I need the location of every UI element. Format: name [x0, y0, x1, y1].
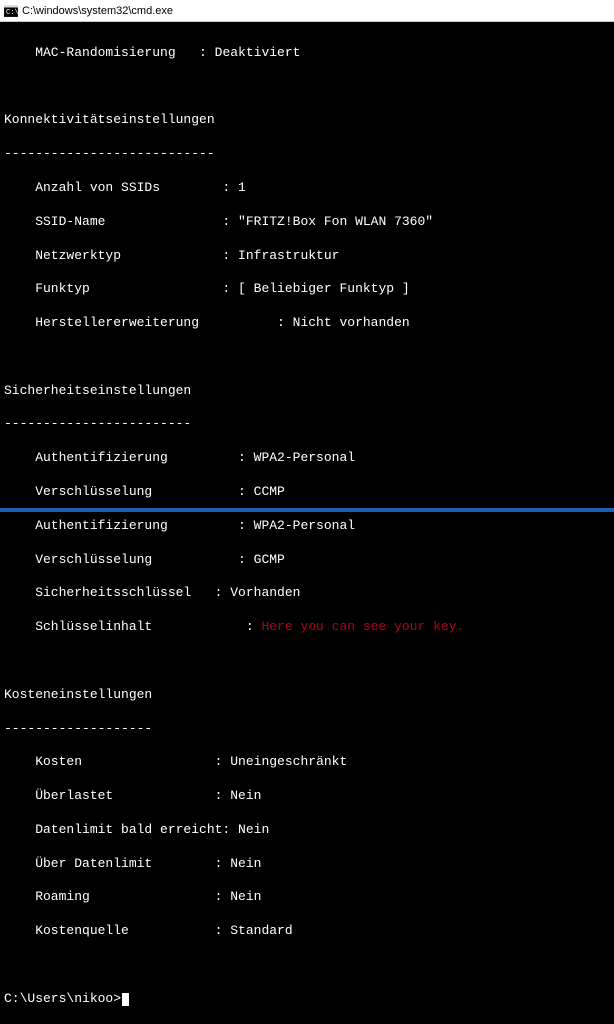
enc2-value: GCMP: [254, 552, 285, 567]
cost-dashes: -------------------: [4, 721, 610, 738]
enc1-value: CCMP: [254, 484, 285, 499]
enc2-label: Verschlüsselung :: [4, 552, 254, 567]
net-type-value: Infrastruktur: [238, 248, 339, 263]
over-limit-label: Über Datenlimit :: [4, 856, 230, 871]
mac-rand-value: Deaktiviert: [215, 45, 301, 60]
mac-rand-label: MAC-Randomisierung :: [4, 45, 215, 60]
cost-src-label: Kostenquelle :: [4, 923, 230, 938]
costs-value: Uneingeschränkt: [230, 754, 347, 769]
auth2-value: WPA2-Personal: [254, 518, 355, 533]
sec-header: Sicherheitseinstellungen: [4, 383, 610, 400]
conn-header: Konnektivitätseinstellungen: [4, 112, 610, 129]
radio-type-label: Funktyp :: [4, 281, 238, 296]
key-content-label: Schlüsselinhalt :: [4, 619, 261, 634]
vendor-ext-value: Nicht vorhanden: [293, 315, 410, 330]
vendor-ext-label: Herstellererweiterung :: [4, 315, 293, 330]
titlebar: C:\ C:\windows\system32\cmd.exe: [0, 0, 614, 22]
cost-src-value: Standard: [230, 923, 292, 938]
key-pres-label: Sicherheitsschlüssel :: [4, 585, 230, 600]
costs-label: Kosten :: [4, 754, 230, 769]
cost-header: Kosteneinstellungen: [4, 687, 610, 704]
near-limit-label: Datenlimit bald erreicht:: [4, 822, 238, 837]
radio-type-value: [ Beliebiger Funktyp ]: [238, 281, 410, 296]
prompt-path: C:\Users\nikoo>: [4, 991, 121, 1008]
sec-dashes: ------------------------: [4, 416, 610, 433]
key-pres-value: Vorhanden: [230, 585, 300, 600]
auth1-label: Authentifizierung :: [4, 450, 254, 465]
over-value: Nein: [230, 788, 261, 803]
cursor-icon: [122, 993, 129, 1006]
cmd-icon: C:\: [4, 4, 18, 18]
key-content-value: Here you can see your key.: [261, 619, 464, 634]
near-limit-value: Nein: [238, 822, 269, 837]
terminal-output: MAC-Randomisierung : Deaktiviert Konnekt…: [0, 22, 614, 1024]
prompt-line[interactable]: C:\Users\nikoo>: [4, 991, 610, 1008]
svg-text:C:\: C:\: [6, 9, 18, 17]
ssid-name-value: "FRITZ!Box Fon WLAN 7360": [238, 214, 433, 229]
enc1-label: Verschlüsselung :: [4, 484, 254, 499]
window-title: C:\windows\system32\cmd.exe: [22, 5, 173, 17]
roam-value: Nein: [230, 889, 261, 904]
ssid-name-label: SSID-Name :: [4, 214, 238, 229]
ssid-count-value: 1: [238, 180, 246, 195]
conn-dashes: ---------------------------: [4, 146, 610, 163]
roam-label: Roaming :: [4, 889, 230, 904]
bottom-accent-bar: [0, 508, 614, 512]
auth2-label: Authentifizierung :: [4, 518, 254, 533]
over-label: Überlastet :: [4, 788, 230, 803]
over-limit-value: Nein: [230, 856, 261, 871]
ssid-count-label: Anzahl von SSIDs :: [4, 180, 238, 195]
net-type-label: Netzwerktyp :: [4, 248, 238, 263]
auth1-value: WPA2-Personal: [254, 450, 355, 465]
